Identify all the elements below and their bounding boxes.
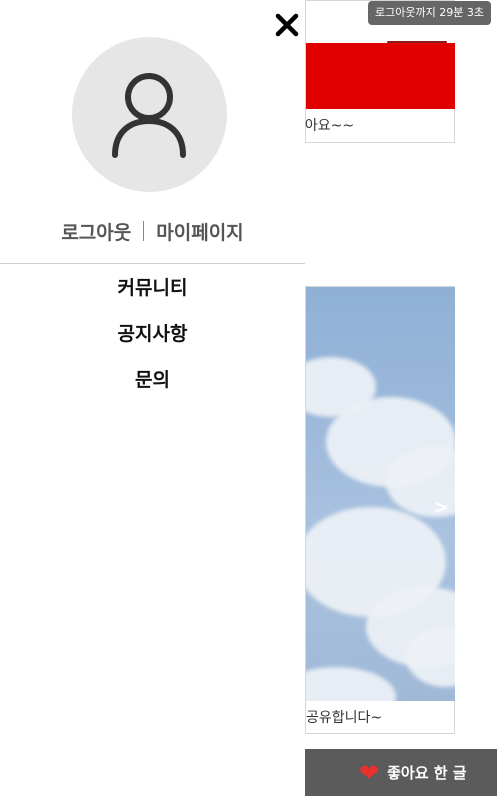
liked-posts-label: 좋아요 한 글 xyxy=(387,764,467,782)
close-button[interactable] xyxy=(274,12,300,38)
post-caption: 공유합니다~ xyxy=(306,710,383,726)
logout-link[interactable]: 로그아웃 xyxy=(61,218,131,245)
post-caption: 좋아요~~ xyxy=(292,118,355,134)
close-icon xyxy=(275,13,299,37)
user-icon xyxy=(112,73,186,158)
menu-item-community[interactable]: 커뮤니티 xyxy=(0,272,305,318)
side-drawer: 로그아웃 마이페이지 커뮤니티 공지사항 문의 xyxy=(0,0,305,796)
avatar xyxy=(72,37,227,192)
auth-links: 로그아웃 마이페이지 xyxy=(0,215,305,247)
post-thumbnail: > xyxy=(306,287,455,701)
mypage-link[interactable]: 마이페이지 xyxy=(156,218,243,245)
post-thumbnail xyxy=(306,43,455,109)
next-slide-arrow[interactable]: > xyxy=(434,497,449,518)
divider-bar xyxy=(143,221,145,241)
drawer-menu: 커뮤니티 공지사항 문의 xyxy=(0,272,305,410)
heart-icon: ❤ xyxy=(359,758,380,787)
section-divider xyxy=(0,263,305,264)
session-timer: 로그아웃까지 29분 3초 xyxy=(368,1,491,25)
post-card[interactable]: > 공유합니다~ xyxy=(305,286,455,734)
liked-posts-button[interactable]: ❤ 좋아요 한 글 xyxy=(305,749,497,796)
menu-item-notice[interactable]: 공지사항 xyxy=(0,318,305,364)
menu-item-inquiry[interactable]: 문의 xyxy=(0,364,305,410)
